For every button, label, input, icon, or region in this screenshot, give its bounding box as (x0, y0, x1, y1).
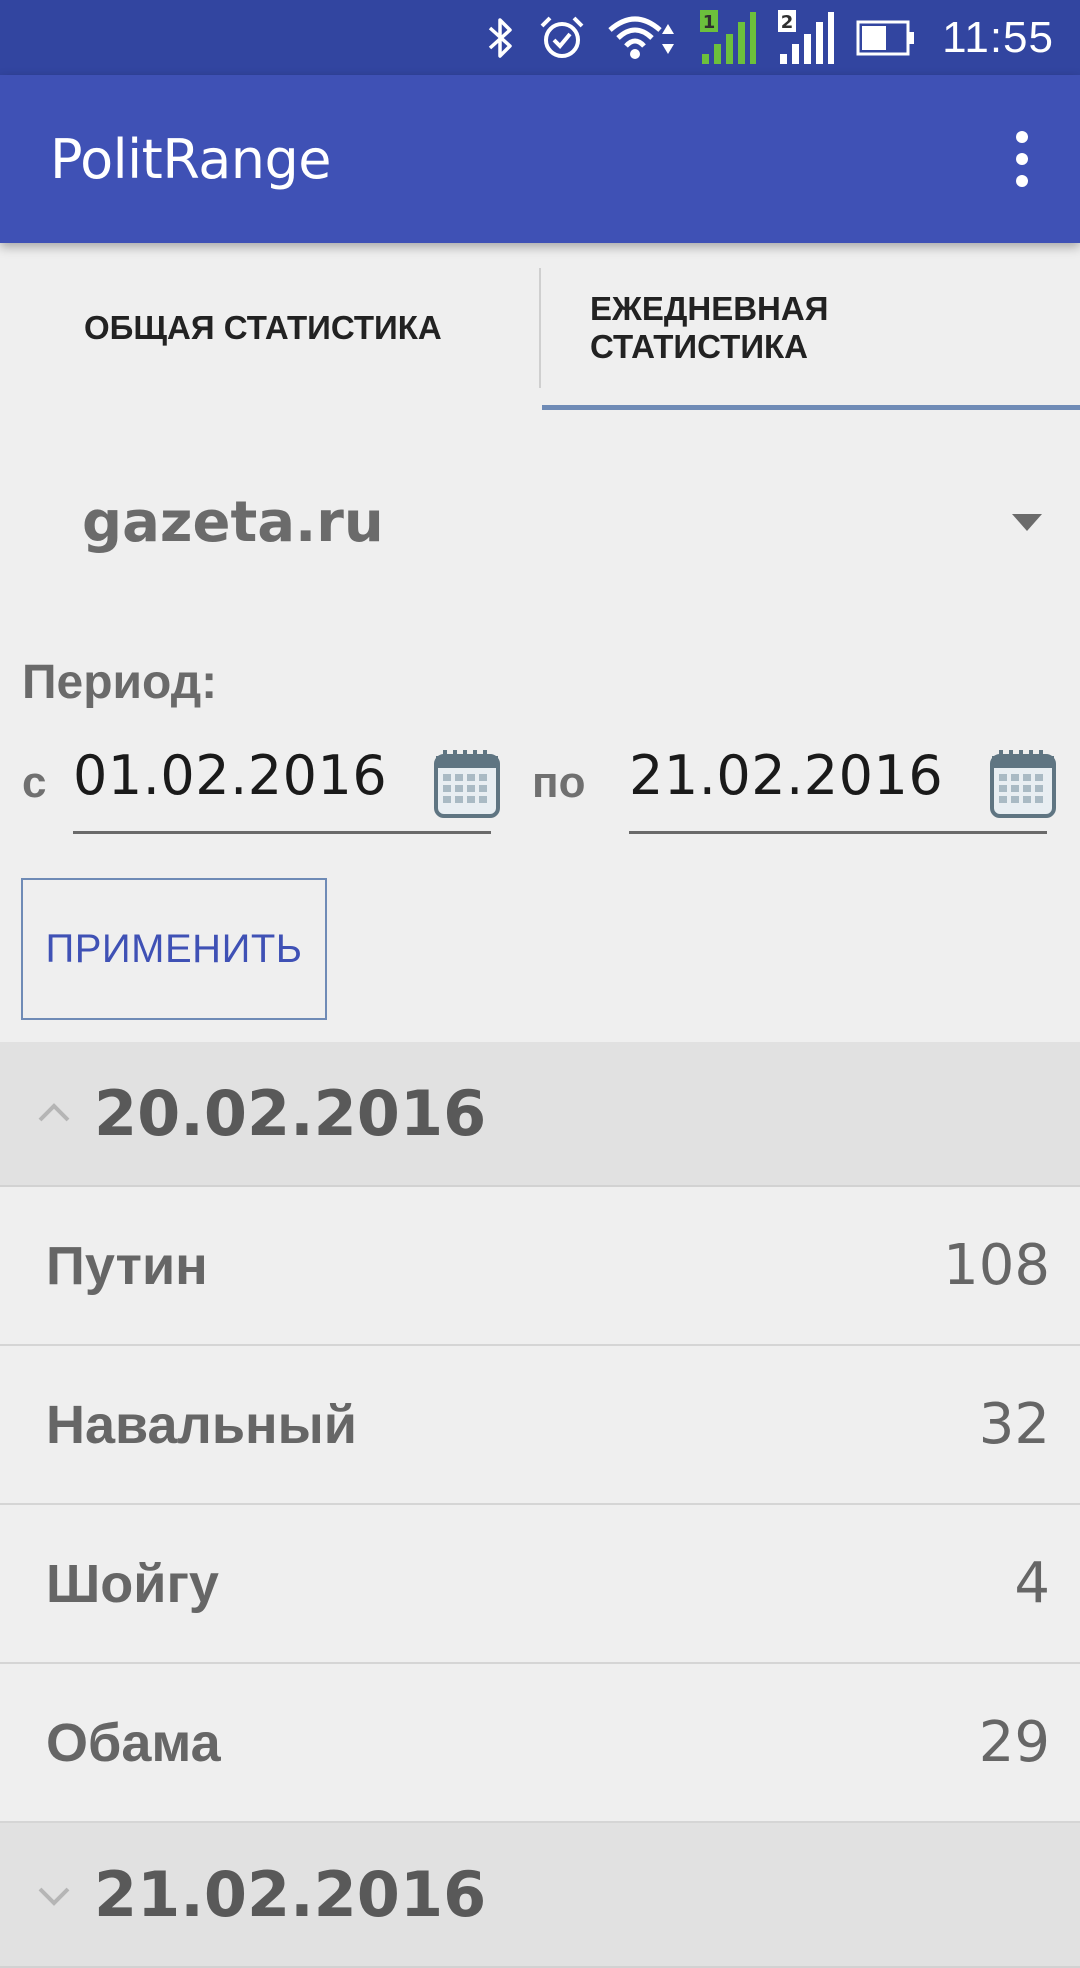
group-header[interactable]: 21.02.2016 (0, 1823, 1080, 1968)
status-bar: 1 2 11:55 (0, 0, 1080, 75)
app-title: PolitRange (50, 127, 332, 191)
politician-name: Шойгу (46, 1553, 219, 1614)
mention-count: 108 (943, 1233, 1050, 1298)
alarm-icon (538, 10, 586, 66)
svg-text:2: 2 (781, 12, 794, 33)
period-label: Период: (22, 656, 218, 709)
politician-name: Обама (46, 1712, 221, 1773)
menu-dot (1016, 131, 1028, 143)
date-range-row: с 01.02.2016 по 21.02.2016 (0, 730, 1080, 840)
list-item: Шойгу 4 (0, 1505, 1080, 1664)
to-prefix: по (532, 758, 586, 807)
chevron-down-icon (38, 1887, 70, 1906)
bluetooth-icon (486, 10, 516, 66)
from-date-value: 01.02.2016 (73, 744, 388, 807)
menu-dot (1016, 175, 1028, 187)
group-header[interactable]: 20.02.2016 (0, 1042, 1080, 1187)
overflow-menu-icon[interactable] (982, 99, 1062, 219)
tab-label: ОБЩАЯ СТАТИСТИКА (84, 309, 442, 346)
politician-name: Путин (46, 1235, 208, 1296)
status-time: 11:55 (942, 12, 1054, 62)
calendar-icon[interactable] (989, 748, 1057, 825)
to-date-field[interactable]: 21.02.2016 (629, 730, 1056, 834)
menu-dot (1016, 153, 1028, 165)
group-date: 21.02.2016 (94, 1858, 487, 1931)
list-item: Навальный 32 (0, 1346, 1080, 1505)
tab-label-line2: СТАТИСТИКА (590, 328, 809, 365)
mention-count: 32 (978, 1392, 1050, 1457)
list-item: Обама 29 (0, 1664, 1080, 1823)
group-date: 20.02.2016 (94, 1077, 487, 1150)
tab-bar: ОБЩАЯ СТАТИСТИКА ЕЖЕДНЕВНАЯ СТАТИСТИКА (0, 243, 1080, 413)
calendar-icon[interactable] (433, 748, 501, 825)
to-date-value: 21.02.2016 (629, 744, 944, 807)
wifi-icon (608, 10, 678, 66)
signal-sim2-icon: 2 (778, 9, 835, 66)
tab-indicator (542, 405, 1080, 410)
apply-button[interactable]: ПРИМЕНИТЬ (21, 878, 327, 1020)
from-date-field[interactable]: 01.02.2016 (73, 730, 500, 834)
source-select[interactable]: gazeta.ru (0, 450, 1080, 595)
signal-sim1-icon: 1 (700, 9, 757, 66)
svg-text:1: 1 (703, 12, 716, 33)
battery-icon (856, 10, 916, 66)
source-select-value: gazeta.ru (82, 490, 384, 555)
tab-label-line1: ЕЖЕДНЕВНАЯ (590, 290, 829, 327)
mention-count: 29 (978, 1710, 1050, 1775)
list-item: Путин 108 (0, 1187, 1080, 1346)
tab-daily-stats[interactable]: ЕЖЕДНЕВНАЯ СТАТИСТИКА (540, 243, 1080, 413)
politician-name: Навальный (46, 1394, 357, 1455)
from-prefix: с (22, 758, 47, 807)
tab-general-stats[interactable]: ОБЩАЯ СТАТИСТИКА (0, 243, 540, 413)
mention-count: 4 (1014, 1551, 1050, 1616)
daily-stats-list: 20.02.2016 Путин 108 Навальный 32 Шойгу … (0, 1042, 1080, 1968)
chevron-up-icon (38, 1102, 70, 1121)
dropdown-arrow-icon (1012, 514, 1042, 531)
app-bar: PolitRange (0, 75, 1080, 243)
